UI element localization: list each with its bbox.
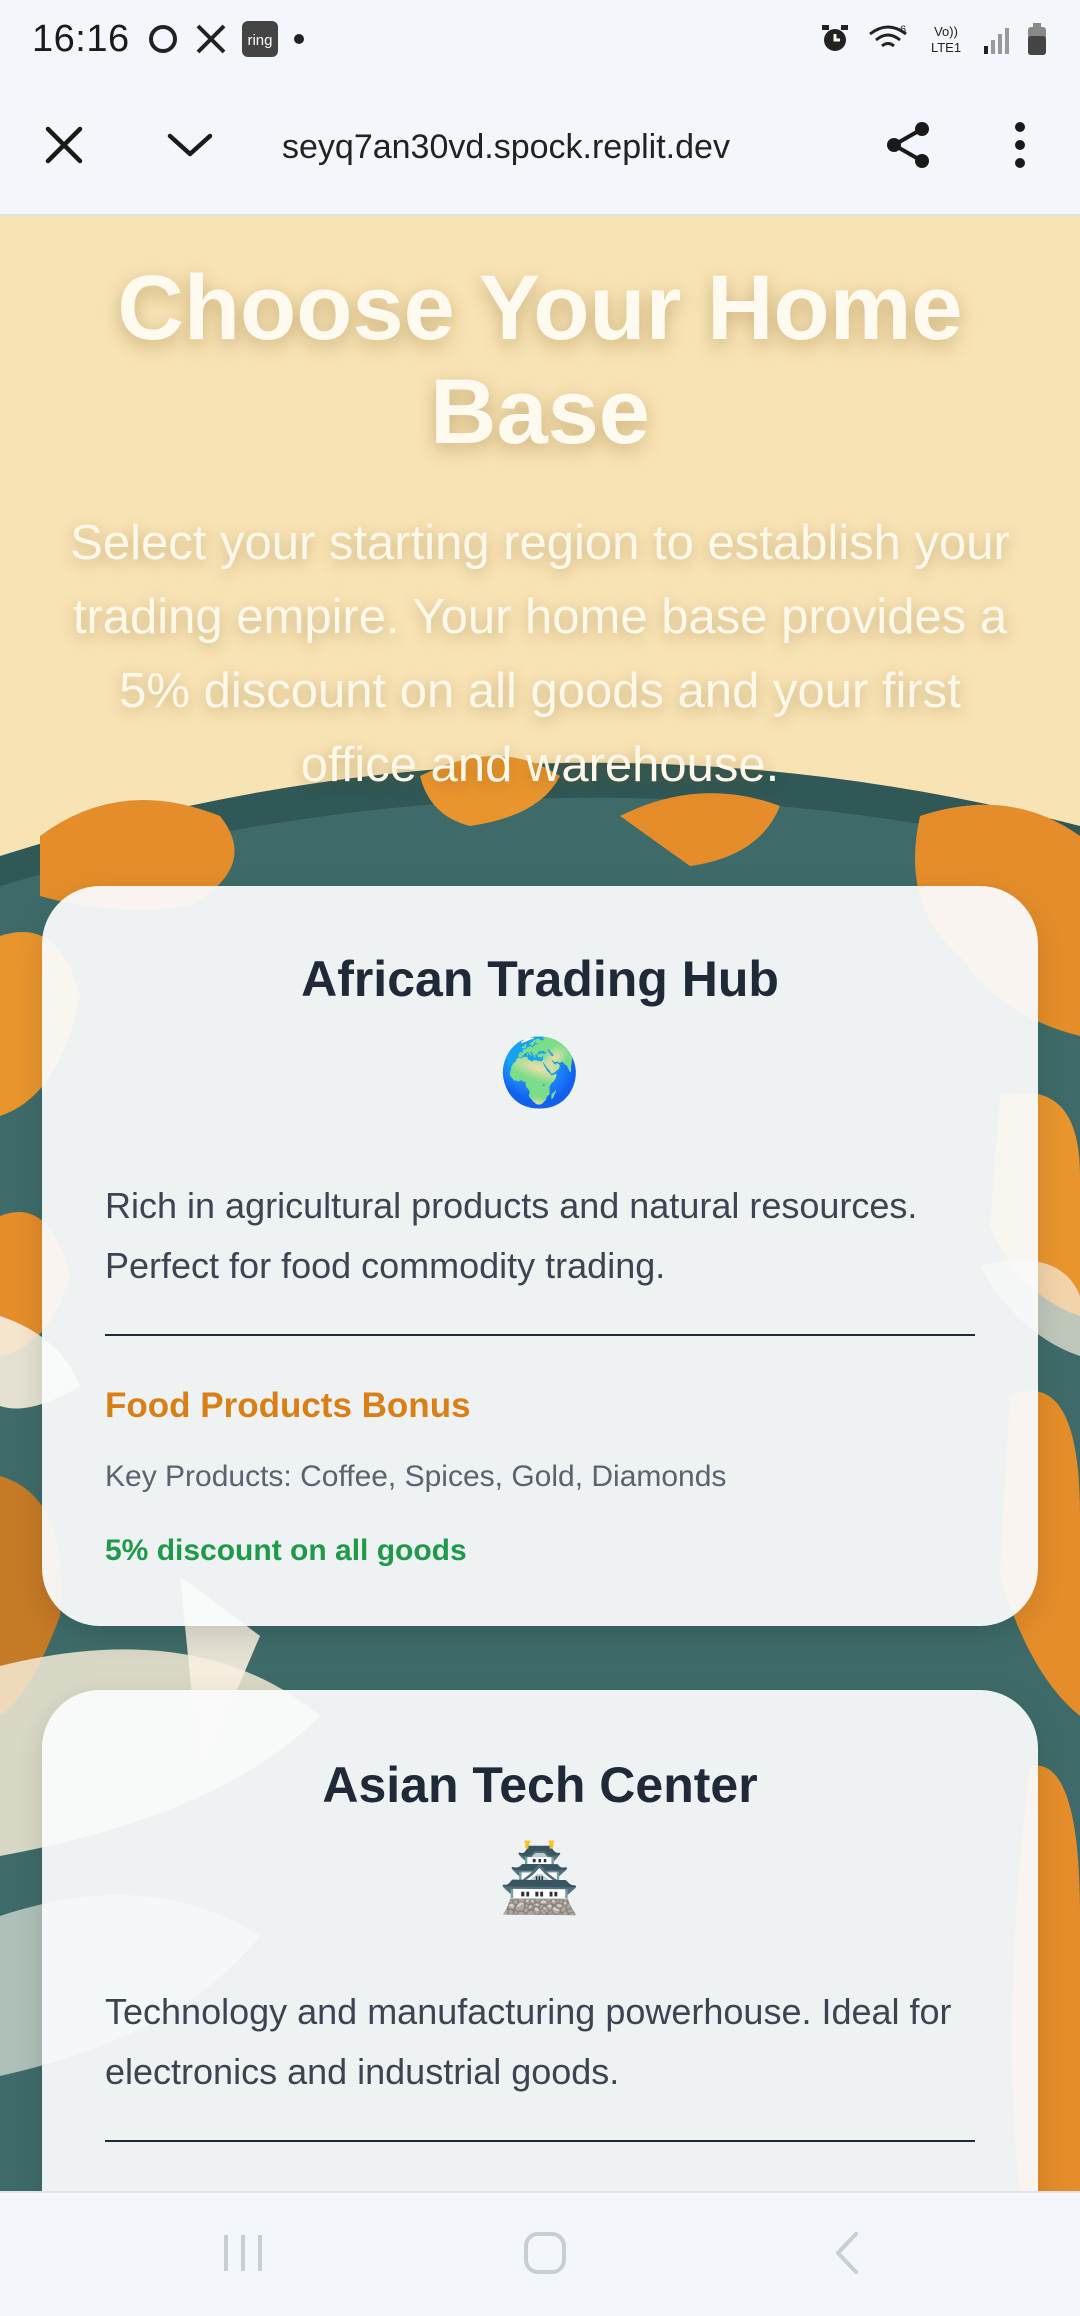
signal-icon: [982, 22, 1012, 56]
recent-apps-button[interactable]: [163, 2193, 323, 2316]
battery-icon: [1026, 22, 1048, 56]
minimize-tab-button[interactable]: [142, 78, 238, 216]
status-icons-left: ring: [146, 21, 306, 57]
recent-apps-icon: [220, 2232, 266, 2279]
status-icons-right: 6 Vo)) LTE1: [818, 22, 1048, 56]
back-button[interactable]: [767, 2193, 927, 2316]
page-title: Choose Your Home Base: [117, 257, 963, 463]
wifi-label: 6: [900, 24, 906, 36]
share-icon: [882, 119, 934, 176]
chevron-down-icon: [166, 130, 214, 165]
status-time: 16:16: [32, 17, 130, 60]
status-bar: 16:16 ring 6 Vo)) LTE1: [0, 0, 1080, 78]
card-divider: [105, 2140, 975, 2142]
ring-app-icon: ring: [241, 21, 278, 57]
lte-label-bottom: LTE1: [931, 40, 961, 55]
card-divider: [105, 1334, 975, 1336]
alarm-icon: [818, 22, 852, 56]
navigation-bar: [0, 2191, 1080, 2316]
close-icon: [44, 125, 84, 170]
home-icon: [522, 2230, 568, 2281]
ring-app-label: ring: [247, 32, 272, 49]
page-content: Choose Your Home Base Select your starti…: [0, 216, 1080, 2191]
wifi-icon: 6: [866, 22, 910, 56]
back-icon: [830, 2230, 864, 2281]
page-subtitle: Select your starting region to establish…: [70, 516, 1010, 792]
close-tab-button[interactable]: [16, 78, 112, 216]
bonus-title: Food Products Bonus: [105, 1386, 471, 1425]
lte-icon: Vo)) LTE1: [924, 22, 968, 56]
globe-emoji: 🌍: [498, 1035, 582, 1109]
dot-icon: [292, 32, 306, 46]
x-icon: [194, 22, 228, 56]
globe-icon: 🌍: [42, 1034, 1038, 1110]
region-card-african[interactable]: African Trading Hub 🌍 Rich in agricultur…: [42, 886, 1038, 1626]
browser-toolbar: seyq7an30vd.spock.replit.dev: [0, 78, 1080, 216]
card-title: African Trading Hub: [301, 951, 779, 1007]
more-options-button[interactable]: [972, 78, 1068, 216]
share-button[interactable]: [860, 78, 956, 216]
url-address[interactable]: seyq7an30vd.spock.replit.dev: [282, 78, 752, 216]
home-button[interactable]: [465, 2193, 625, 2316]
discount-label: 5% discount on all goods: [105, 1534, 467, 1567]
more-vert-icon: [1013, 121, 1027, 174]
castle-icon: 🏯: [42, 1840, 1038, 1916]
card-title: Asian Tech Center: [322, 1757, 758, 1813]
key-products: Key Products: Coffee, Spices, Gold, Diam…: [105, 1460, 727, 1493]
castle-emoji: 🏯: [498, 1841, 582, 1915]
region-card-asian[interactable]: Asian Tech Center 🏯 Technology and manuf…: [42, 1690, 1038, 2191]
lte-label-top: Vo)): [934, 24, 958, 39]
card-description: Rich in agricultural products and natura…: [105, 1185, 918, 1286]
card-description: Technology and manufacturing powerhouse.…: [105, 1991, 952, 2092]
threads-icon: [146, 22, 180, 56]
